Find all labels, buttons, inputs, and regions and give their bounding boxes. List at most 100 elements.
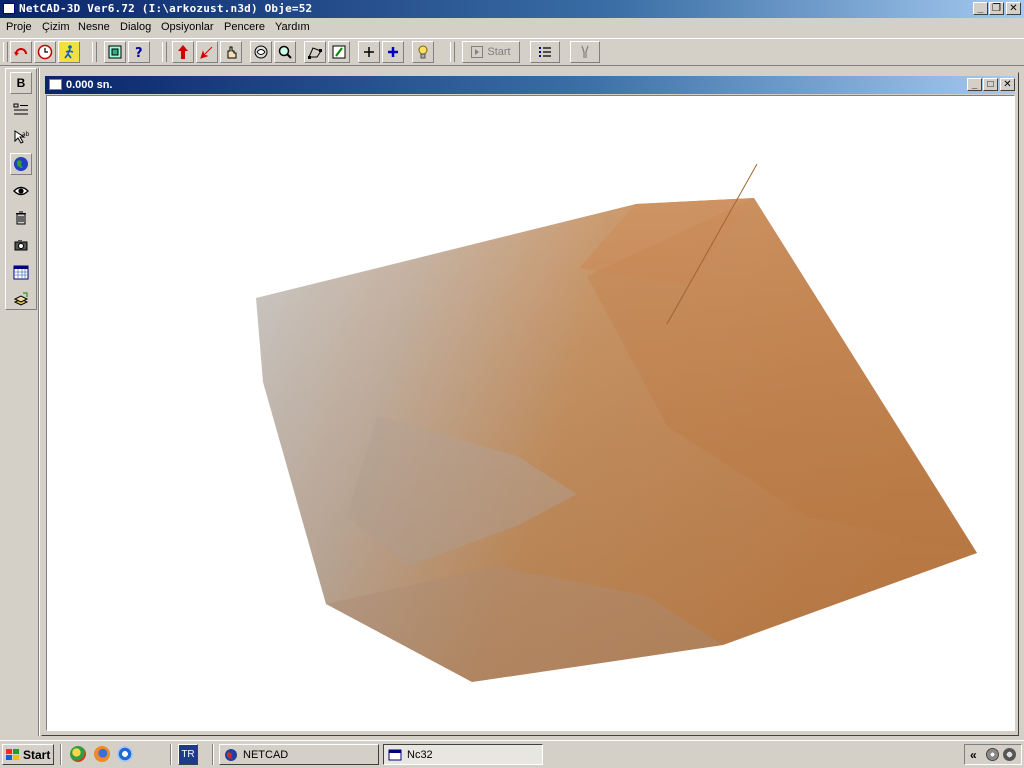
menu-bar: Proje Çizim Nesne Dialog Opsiyonlar Penc… [0, 18, 1024, 38]
left-tool-strip: B ab [5, 68, 37, 310]
app-title: NetCAD-3D Ver6.72 (I:\arkozust.n3d) Obje… [19, 2, 313, 15]
eye-icon [13, 186, 29, 196]
add-outline-icon [364, 47, 374, 57]
language-indicator[interactable]: TR [178, 744, 198, 765]
menu-proje[interactable]: Proje [6, 21, 32, 33]
help-icon: ? [135, 46, 143, 60]
camera-button[interactable] [10, 234, 32, 256]
child-minimize-button[interactable]: _ [967, 78, 982, 91]
tray-expand-chevron[interactable]: « [970, 748, 977, 762]
arrow-down-icon [200, 46, 213, 59]
trash-button[interactable] [10, 207, 32, 229]
taskbar-separator [170, 744, 172, 765]
start-animation-label: Start [487, 46, 511, 58]
zoom-in-button[interactable] [274, 41, 296, 63]
menu-pencere[interactable]: Pencere [224, 21, 265, 33]
menu-cizim[interactable]: Çizim [42, 21, 70, 33]
add-button[interactable] [382, 41, 404, 63]
view-button[interactable] [250, 41, 272, 63]
minimize-button[interactable]: _ [973, 2, 988, 15]
calendar-button[interactable] [10, 261, 32, 283]
child-maximize-button[interactable]: □ [983, 78, 998, 91]
toolbar-grip[interactable] [162, 42, 167, 62]
taskbar-separator [60, 744, 62, 765]
eye-button[interactable] [10, 180, 32, 202]
toolbar-grip[interactable] [3, 42, 8, 62]
viewport-window: 0.000 sn. _ □ ✕ [41, 72, 1019, 736]
hand-icon [227, 46, 237, 59]
rotate-button[interactable] [10, 41, 32, 63]
menu-opsiyonlar[interactable]: Opsiyonlar [161, 21, 214, 33]
tools-button[interactable] [570, 41, 600, 63]
taskbar-separator [212, 744, 214, 765]
stack-button[interactable] [10, 288, 32, 310]
move-up-button[interactable] [172, 41, 194, 63]
netcad-app-icon [225, 748, 237, 761]
move-down-button[interactable] [196, 41, 218, 63]
task-label: NETCAD [243, 748, 289, 761]
window-select-icon [308, 47, 322, 59]
toolbar-grip[interactable] [450, 42, 455, 62]
media-player-icon[interactable] [117, 746, 133, 762]
start-button[interactable]: Start [2, 744, 54, 765]
layers-list-icon [13, 103, 28, 115]
terrain-surface [256, 163, 977, 682]
main-toolbar: ? Start [0, 38, 1024, 66]
windows-flag-icon [6, 748, 19, 760]
hand-button[interactable] [220, 41, 242, 63]
app-title-bar[interactable]: NetCAD-3D Ver6.72 (I:\arkozust.n3d) Obje… [0, 0, 1024, 18]
cursor-text-icon: ab [14, 130, 29, 144]
arrow-up-icon [178, 45, 188, 59]
menu-yardim[interactable]: Yardım [275, 21, 310, 33]
zoom-in-icon [278, 45, 292, 59]
chrome-icon[interactable] [70, 746, 86, 762]
timer-button[interactable] [34, 41, 56, 63]
pan-icon [332, 45, 346, 59]
network-icon[interactable] [1003, 748, 1016, 761]
close-button[interactable]: ✕ [1006, 2, 1021, 15]
menu-dialog[interactable]: Dialog [120, 21, 151, 33]
trash-icon [16, 211, 26, 225]
render-time-title: 0.000 sn. [66, 79, 113, 91]
window-select-button[interactable] [304, 41, 326, 63]
svg-text:ab: ab [22, 131, 29, 138]
layers-list-button[interactable] [10, 99, 32, 121]
system-tray: « [964, 744, 1022, 765]
b-button[interactable]: B [10, 72, 32, 94]
taskbar-task-nc32[interactable]: Nc32 [383, 744, 543, 765]
walk-button[interactable] [58, 41, 80, 63]
calendar-icon [13, 265, 29, 280]
play-icon [471, 46, 484, 58]
cursor-text-button[interactable]: ab [10, 126, 32, 148]
window-app-icon [388, 749, 402, 760]
globe-button[interactable] [10, 153, 32, 175]
svg-text:?: ? [135, 46, 143, 60]
help-button[interactable]: ? [128, 41, 150, 63]
document-icon[interactable] [49, 79, 62, 90]
toolbar-grip[interactable] [92, 42, 97, 62]
start-label: Start [23, 747, 51, 762]
taskbar-task-netcad[interactable]: NETCAD [219, 744, 379, 765]
list-button[interactable] [530, 41, 560, 63]
taskbar: Start TR NETCAD Nc32 « [0, 740, 1024, 768]
zoom-extents-button[interactable] [104, 41, 126, 63]
stack-icon [13, 292, 29, 306]
globe-icon [14, 157, 28, 171]
tools-icon [581, 45, 589, 58]
app-window-icon[interactable] [3, 3, 15, 14]
3d-viewport[interactable] [46, 95, 1015, 731]
viewport-title-bar[interactable]: 0.000 sn. _ □ ✕ [45, 76, 1015, 94]
restore-button[interactable]: ❐ [989, 2, 1004, 15]
list-icon [539, 47, 551, 57]
start-animation-button[interactable]: Start [462, 41, 520, 63]
child-close-button[interactable]: ✕ [1000, 78, 1015, 91]
task-label: Nc32 [407, 748, 433, 761]
menu-nesne[interactable]: Nesne [78, 21, 110, 33]
light-button[interactable] [412, 41, 434, 63]
speaker-icon[interactable] [986, 748, 999, 761]
zoom-extents-icon [108, 45, 122, 59]
firefox-icon[interactable] [94, 746, 110, 762]
left-panel-edge [38, 68, 40, 736]
add-outline-button[interactable] [358, 41, 380, 63]
pan-button[interactable] [328, 41, 350, 63]
